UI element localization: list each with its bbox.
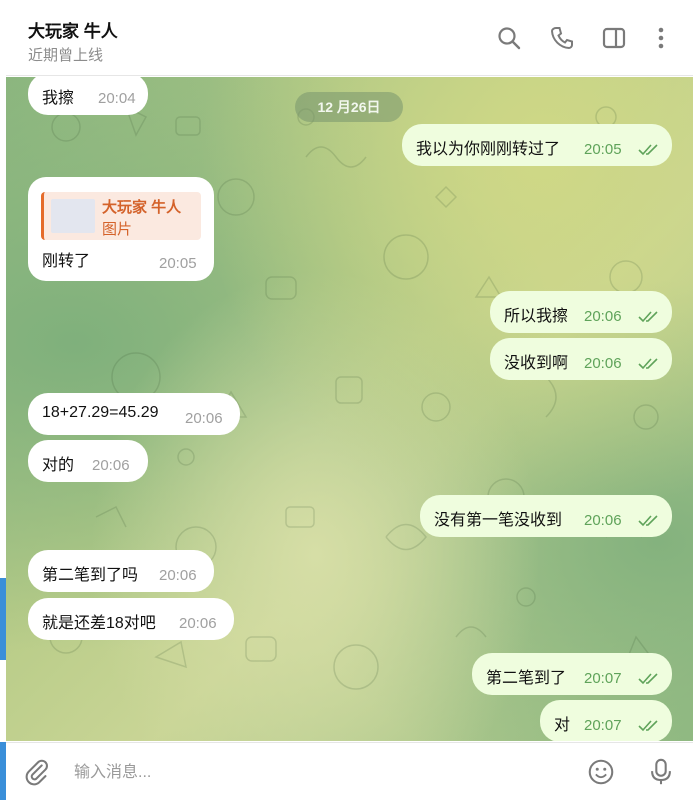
- phone-icon[interactable]: [548, 24, 580, 56]
- message-time: 20:06: [159, 567, 197, 584]
- read-check-icon: [638, 144, 658, 156]
- chat-title[interactable]: 大玩家 牛人: [28, 17, 118, 42]
- read-check-icon: [638, 515, 658, 527]
- reply-content-type: 图片: [102, 221, 133, 238]
- message-list[interactable]: 12 月26日 我擦 20:04 我以为你刚刚转过了 20:05 大玩家 牛人 …: [6, 77, 693, 741]
- message-text: 第二笔到了吗: [42, 567, 139, 584]
- message-bubble-outgoing[interactable]: 没有第一笔没收到 20:06: [420, 495, 672, 537]
- message-text: 没有第一笔没收到: [434, 512, 563, 529]
- reply-preview[interactable]: 大玩家 牛人 图片: [41, 192, 201, 240]
- message-bubble-outgoing[interactable]: 我以为你刚刚转过了 20:05: [402, 124, 672, 166]
- reply-sender-name: 大玩家 牛人: [102, 199, 182, 216]
- message-text: 没收到啊: [504, 355, 569, 372]
- more-vertical-icon[interactable]: [649, 24, 681, 56]
- message-input[interactable]: [72, 757, 556, 789]
- chat-header: 大玩家 牛人 近期曾上线: [6, 0, 693, 76]
- message-bubble-incoming-reply[interactable]: 大玩家 牛人 图片 刚转了 20:05: [28, 177, 214, 281]
- message-text: 我擦: [42, 90, 75, 107]
- image-thumbnail: [51, 199, 95, 233]
- message-time: 20:06: [584, 512, 622, 529]
- message-time: 20:06: [185, 410, 223, 427]
- message-time: 20:06: [92, 457, 130, 474]
- sidebar-toggle-icon[interactable]: [600, 24, 632, 56]
- emoji-icon[interactable]: [586, 757, 618, 789]
- search-icon[interactable]: [495, 24, 527, 56]
- read-check-icon: [638, 358, 658, 370]
- message-text: 对: [554, 717, 571, 734]
- date-separator: 12 月26日: [295, 92, 403, 122]
- message-time: 20:05: [584, 141, 622, 158]
- message-text: 对的: [42, 457, 75, 474]
- message-text: 所以我擦: [504, 308, 569, 325]
- message-bubble-outgoing[interactable]: 没收到啊 20:06: [490, 338, 672, 380]
- message-text: 第二笔到了: [486, 670, 567, 687]
- message-bubble-outgoing[interactable]: 第二笔到了 20:07: [472, 653, 672, 695]
- microphone-icon[interactable]: [646, 757, 678, 789]
- message-bubble-incoming[interactable]: 对的 20:06: [28, 440, 148, 482]
- message-bubble-incoming[interactable]: 就是还差18对吧 20:06: [28, 598, 234, 640]
- message-text: 就是还差18对吧: [42, 615, 156, 632]
- message-composer: [6, 742, 693, 800]
- chat-window: 大玩家 牛人 近期曾上线 12 月26日 我擦 20:04 我以为你刚刚转过了 …: [0, 0, 693, 800]
- message-text: 刚转了: [42, 253, 91, 270]
- message-text: 18+27.29=45.29: [42, 404, 159, 421]
- read-check-icon: [638, 311, 658, 323]
- attach-icon[interactable]: [22, 757, 54, 789]
- message-time: 20:07: [584, 717, 622, 734]
- message-bubble-outgoing[interactable]: 对 20:07: [540, 700, 672, 741]
- message-time: 20:06: [584, 355, 622, 372]
- last-seen-status: 近期曾上线: [28, 47, 104, 64]
- message-time: 20:06: [179, 615, 217, 632]
- message-time: 20:05: [159, 255, 197, 272]
- read-check-icon: [638, 720, 658, 732]
- message-bubble-incoming[interactable]: 第二笔到了吗 20:06: [28, 550, 214, 592]
- message-time: 20:07: [584, 670, 622, 687]
- message-bubble-outgoing[interactable]: 所以我擦 20:06: [490, 291, 672, 333]
- message-bubble-incoming[interactable]: 18+27.29=45.29 20:06: [28, 393, 240, 435]
- message-text: 我以为你刚刚转过了: [416, 141, 561, 158]
- message-bubble-incoming[interactable]: 我擦 20:04: [28, 77, 148, 115]
- message-time: 20:06: [584, 308, 622, 325]
- message-time: 20:04: [98, 90, 136, 107]
- read-check-icon: [638, 673, 658, 685]
